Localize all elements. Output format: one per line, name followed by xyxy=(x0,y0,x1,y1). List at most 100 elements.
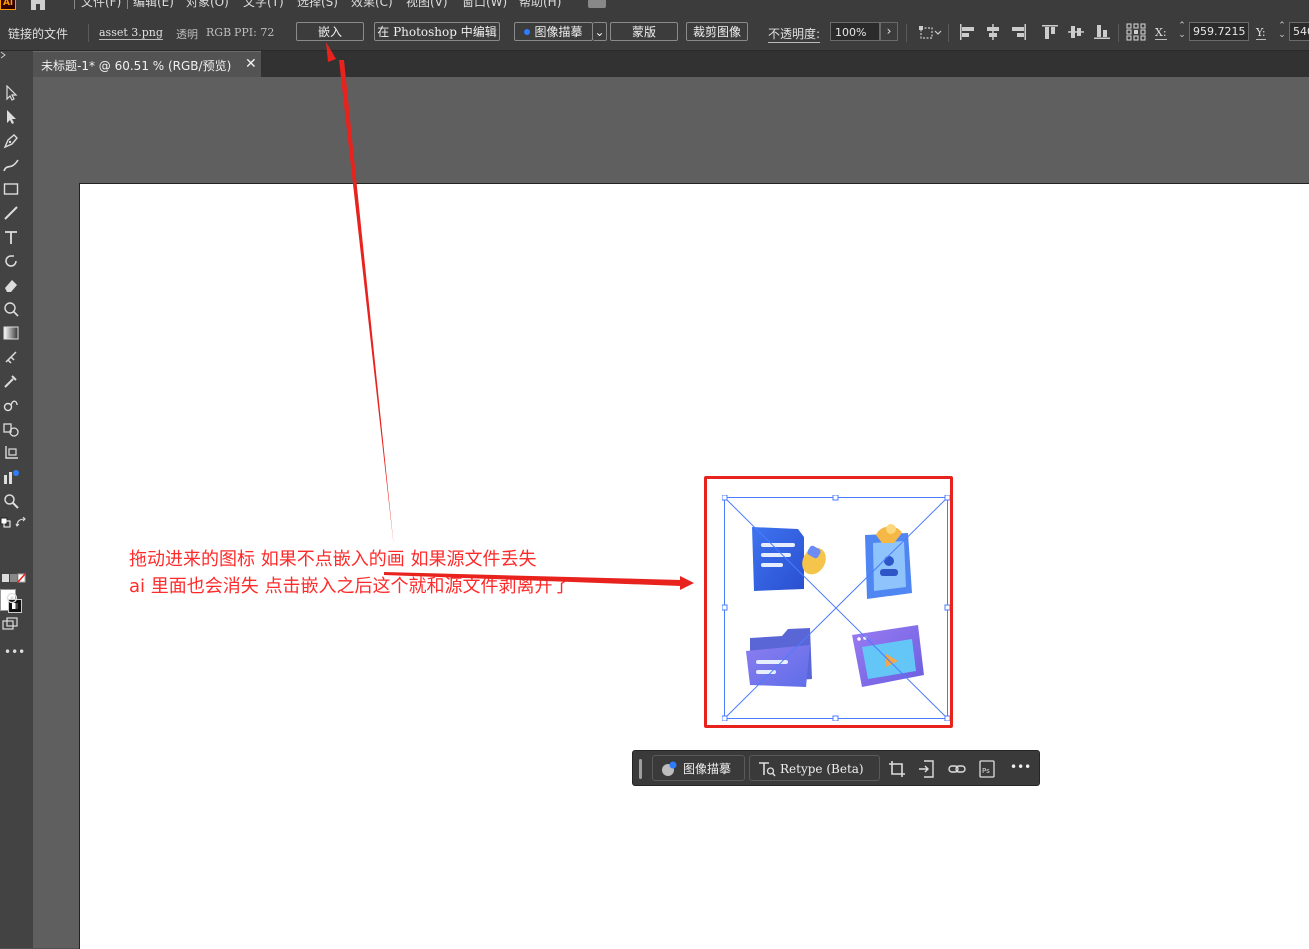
menu-bar: Ai 文件(F) 编辑(E) 对象(O) 文字(T) 选择(S) 效果(C) 视… xyxy=(0,0,1309,14)
artboard-tool-icon[interactable] xyxy=(3,445,19,461)
image-trace-label: 图像描摹 xyxy=(534,25,583,39)
annotation-note: 拖动进来的图标 如果不点嵌入的画 如果源文件丢失 ai 里面也会消失 点击嵌入之… xyxy=(129,546,570,600)
eyedropper-tool-icon[interactable] xyxy=(3,373,19,389)
menu-view[interactable]: 视图(V) xyxy=(406,0,448,10)
reference-point-icon[interactable] xyxy=(1126,23,1146,41)
illustrator-logo-icon: Ai xyxy=(0,0,16,10)
menu-help[interactable]: 帮助(H) xyxy=(519,0,561,10)
y-label[interactable]: Y: xyxy=(1256,26,1266,40)
menu-object[interactable]: 对象(O) xyxy=(186,0,229,10)
context-image-trace-label: 图像描摹 xyxy=(683,762,732,776)
x-stepper[interactable]: ⌃ ⌄ xyxy=(1176,22,1188,41)
menu-select[interactable]: 选择(S) xyxy=(297,0,338,10)
align-to-icon[interactable] xyxy=(918,23,944,41)
image-trace-icon xyxy=(662,761,677,776)
align-top-icon[interactable] xyxy=(1041,23,1059,41)
tools-panel: ••• xyxy=(0,51,33,948)
file-name-link[interactable]: asset 3.png xyxy=(99,26,163,40)
image-trace-dropdown[interactable]: ⌄ xyxy=(593,22,607,41)
color-mode-label: RGB xyxy=(206,26,232,39)
opacity-arrow-button[interactable]: › xyxy=(880,22,898,41)
menu-effect[interactable]: 效果(C) xyxy=(351,0,393,10)
document-tab-bar: 未标题-1* @ 60.51 % (RGB/预览) ✕ xyxy=(33,51,1309,77)
trace-dot-icon xyxy=(524,29,530,35)
pen-tool-icon[interactable] xyxy=(3,133,19,149)
chevron-down-icon: ⌄ xyxy=(1278,30,1286,40)
transparency-label: 透明 xyxy=(176,28,198,41)
zoom-tool-icon[interactable] xyxy=(3,493,19,509)
column-graph-tool-icon[interactable] xyxy=(3,469,19,485)
linked-file-label[interactable]: 链接的文件 xyxy=(8,25,68,42)
puppet-warp-tool-icon[interactable] xyxy=(3,301,19,317)
align-bottom-icon[interactable] xyxy=(1093,23,1111,41)
document-tab[interactable]: 未标题-1* @ 60.51 % (RGB/预览) ✕ xyxy=(33,51,261,77)
divider xyxy=(906,24,907,42)
symbol-sprayer-tool-icon[interactable] xyxy=(3,421,19,437)
rectangle-tool-icon[interactable] xyxy=(3,181,19,197)
divider xyxy=(1118,24,1119,42)
selection-tool-icon[interactable] xyxy=(3,85,19,101)
rotate-tool-icon[interactable] xyxy=(3,253,19,269)
paintbrush-tool-icon[interactable] xyxy=(3,205,19,221)
menu-edit[interactable]: 编辑(E) xyxy=(133,0,174,10)
gradient-tool-icon[interactable] xyxy=(3,325,19,341)
chevron-down-icon: ⌄ xyxy=(1178,30,1186,40)
menu-window[interactable]: 窗口(W) xyxy=(462,0,507,10)
align-horizontal-center-icon[interactable] xyxy=(984,23,1002,41)
mask-button[interactable]: 蒙版 xyxy=(610,22,678,41)
align-right-icon[interactable] xyxy=(1010,23,1028,41)
eraser-tool-icon[interactable] xyxy=(3,277,19,293)
workspace-icon[interactable] xyxy=(588,0,606,8)
retype-button[interactable]: Retype (Beta) xyxy=(749,755,880,781)
divider xyxy=(88,24,89,42)
retype-icon xyxy=(759,762,776,777)
embed-button[interactable]: 嵌入 xyxy=(296,22,364,41)
annotation-line-2: ai 里面也会消失 点击嵌入之后这个就和源文件剥离开了 xyxy=(129,576,571,597)
default-colors-icon[interactable] xyxy=(0,517,12,529)
mesh-tool-icon[interactable] xyxy=(3,349,19,365)
type-tool-icon[interactable] xyxy=(3,229,19,245)
align-vertical-center-icon[interactable] xyxy=(1067,23,1085,41)
swap-colors-icon[interactable] xyxy=(15,517,27,529)
crop-icon[interactable] xyxy=(888,760,906,778)
chevron-right-icon: › xyxy=(886,24,892,38)
direct-selection-tool-icon[interactable] xyxy=(3,109,19,125)
x-label[interactable]: X: xyxy=(1155,26,1167,40)
photoshop-icon[interactable]: Ps xyxy=(978,760,996,778)
context-image-trace-button[interactable]: 图像描摹 xyxy=(652,755,745,781)
svg-text:Ps: Ps xyxy=(982,767,990,775)
align-left-icon[interactable] xyxy=(958,23,976,41)
drag-handle-icon[interactable] xyxy=(639,759,642,779)
draw-mode-icon[interactable] xyxy=(6,592,18,604)
curvature-tool-icon[interactable] xyxy=(3,157,19,173)
home-icon[interactable] xyxy=(28,0,48,10)
folder-icon xyxy=(746,628,812,687)
color-mode-icons[interactable] xyxy=(2,573,26,583)
crop-image-button[interactable]: 裁剪图像 xyxy=(686,22,748,41)
embed-icon[interactable] xyxy=(918,760,936,778)
contextual-task-bar: 图像描摹 Retype (Beta) Ps ••• xyxy=(632,750,1040,786)
opacity-label[interactable]: 不透明度: xyxy=(768,25,821,43)
image-trace-button[interactable]: 图像描摹 xyxy=(514,22,593,41)
close-icon[interactable]: ✕ xyxy=(245,56,257,72)
collapse-icon[interactable] xyxy=(0,51,8,59)
divider xyxy=(948,24,949,42)
document-tab-title: 未标题-1* @ 60.51 % (RGB/预览) xyxy=(41,59,232,73)
retype-label: Retype (Beta) xyxy=(780,762,864,776)
blend-tool-icon[interactable] xyxy=(3,397,19,413)
opacity-input[interactable]: 100% xyxy=(830,22,880,41)
placed-linked-image[interactable] xyxy=(722,495,950,721)
y-input[interactable]: 540 xyxy=(1289,22,1309,41)
x-input[interactable]: 959.7215 xyxy=(1189,22,1249,41)
control-bar: 链接的文件 asset 3.png 透明 RGB PPI: 72 嵌入 在 Ph… xyxy=(0,14,1309,51)
edit-in-photoshop-button[interactable]: 在 Photoshop 中编辑 xyxy=(374,22,500,41)
more-tools-icon[interactable]: ••• xyxy=(4,645,25,659)
ppi-label: PPI: 72 xyxy=(234,26,275,39)
link-icon[interactable] xyxy=(948,760,966,778)
screen-mode-icon[interactable] xyxy=(2,616,18,632)
y-stepper[interactable]: ⌃ ⌄ xyxy=(1276,22,1288,41)
chevron-down-icon: ⌄ xyxy=(594,25,605,39)
more-options-icon[interactable]: ••• xyxy=(1010,760,1031,774)
menu-file[interactable]: 文件(F) xyxy=(74,0,129,10)
menu-type[interactable]: 文字(T) xyxy=(243,0,284,10)
